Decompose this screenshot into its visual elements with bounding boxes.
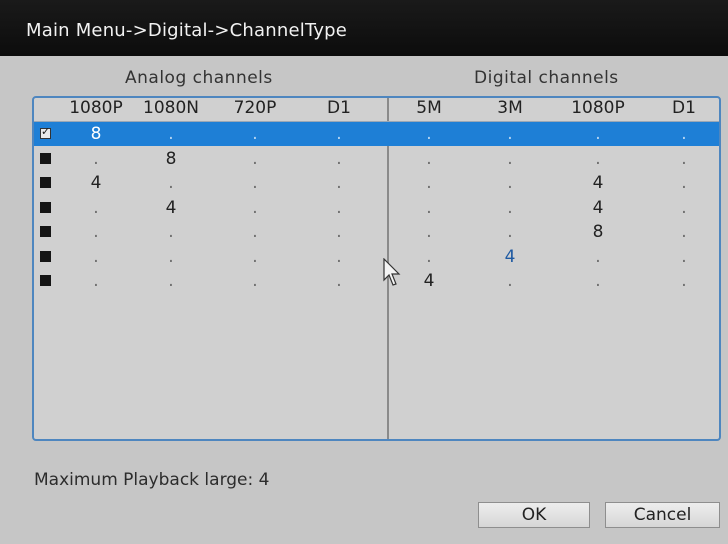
table-cell[interactable]: . — [319, 245, 359, 269]
table-cell[interactable]: . — [664, 245, 704, 269]
table-cell[interactable]: 4 — [409, 269, 449, 293]
table-cell[interactable]: . — [76, 147, 116, 171]
table-cell[interactable]: . — [235, 269, 275, 293]
column-header-1: 1080N — [143, 98, 199, 118]
table-cell[interactable]: . — [151, 220, 191, 244]
table-cell[interactable]: 4 — [490, 245, 530, 269]
table-cell[interactable]: . — [664, 122, 704, 146]
table-cell[interactable]: . — [409, 196, 449, 220]
table-cell[interactable]: . — [409, 122, 449, 146]
table-cell[interactable]: . — [409, 220, 449, 244]
table-cell[interactable]: . — [235, 122, 275, 146]
table-cell[interactable]: . — [490, 220, 530, 244]
table-cell[interactable]: . — [235, 147, 275, 171]
table-cell[interactable]: . — [578, 269, 618, 293]
table-cell[interactable]: . — [319, 147, 359, 171]
window-title: Main Menu->Digital->ChannelType — [26, 20, 348, 41]
table-row[interactable]: .... 4... — [34, 269, 719, 293]
row-checkbox[interactable] — [40, 177, 51, 188]
digital-channels-header: Digital channels — [474, 68, 619, 88]
table-cell[interactable]: . — [76, 220, 116, 244]
table-row[interactable]: ...... 8. — [34, 220, 719, 244]
table-cell[interactable]: . — [319, 196, 359, 220]
cancel-button[interactable]: Cancel — [605, 502, 720, 528]
table-cell[interactable]: . — [409, 171, 449, 195]
row-checkbox[interactable] — [40, 201, 51, 213]
table-cell[interactable]: . — [578, 122, 618, 146]
table-cell[interactable]: . — [76, 269, 116, 293]
table-row[interactable]: 4..... 4. — [34, 171, 719, 195]
table-cell[interactable]: . — [235, 171, 275, 195]
column-header-2: 720P — [233, 98, 277, 118]
column-header-7: D1 — [672, 98, 696, 118]
table-row[interactable]: ..... 4.. — [34, 245, 719, 269]
table-cell[interactable]: . — [490, 196, 530, 220]
table-cell[interactable]: 8 — [151, 147, 191, 171]
row-checkbox[interactable] — [40, 226, 51, 237]
dialog-body: Analog channels Digital channels 1080P 10… — [0, 56, 728, 544]
column-header-0: 1080P — [69, 98, 123, 118]
channel-type-table[interactable]: 1080P1080N720PD15M3M1080PD1 8........8..… — [32, 96, 721, 441]
table-cell[interactable]: . — [578, 245, 618, 269]
table-cell[interactable]: . — [490, 122, 530, 146]
analog-channels-header: Analog channels — [125, 68, 273, 88]
table-cell[interactable]: . — [151, 269, 191, 293]
table-row[interactable]: 8....... — [34, 122, 719, 146]
table-cell[interactable]: . — [235, 196, 275, 220]
table-cell[interactable]: . — [409, 147, 449, 171]
table-cell[interactable]: . — [319, 171, 359, 195]
table-cell[interactable]: . — [409, 245, 449, 269]
table-cell[interactable]: . — [76, 245, 116, 269]
column-header-3: D1 — [327, 98, 351, 118]
table-cell[interactable]: . — [664, 147, 704, 171]
table-row[interactable]: . 4.... 4. — [34, 196, 719, 220]
table-cell[interactable]: . — [319, 220, 359, 244]
title-bar: Main Menu->Digital->ChannelType — [0, 0, 728, 56]
table-cell[interactable]: . — [235, 245, 275, 269]
ok-button[interactable]: OK — [478, 502, 590, 528]
table-cell[interactable]: 8 — [578, 220, 618, 244]
row-checkbox[interactable] — [40, 275, 51, 286]
table-cell[interactable]: . — [664, 171, 704, 195]
table-cell[interactable]: . — [319, 122, 359, 146]
table-cell[interactable]: . — [319, 269, 359, 293]
table-row[interactable]: . 8...... — [34, 147, 719, 171]
table-cell[interactable]: . — [578, 147, 618, 171]
mouse-pointer-icon — [383, 258, 401, 286]
table-cell[interactable]: . — [490, 147, 530, 171]
table-cell[interactable]: 4 — [578, 171, 618, 195]
row-checkbox[interactable] — [40, 250, 51, 262]
table-cell[interactable]: . — [235, 220, 275, 244]
row-checkbox[interactable] — [40, 125, 51, 139]
table-cell[interactable]: . — [490, 171, 530, 195]
table-cell[interactable]: 8 — [76, 122, 116, 146]
table-cell[interactable]: . — [76, 196, 116, 220]
column-header-6: 1080P — [571, 98, 625, 118]
table-cell[interactable]: . — [151, 122, 191, 146]
table-cell[interactable]: . — [490, 269, 530, 293]
table-cell[interactable]: . — [151, 245, 191, 269]
table-cell[interactable]: . — [664, 269, 704, 293]
table-cell[interactable]: . — [664, 220, 704, 244]
table-cell[interactable]: 4 — [578, 196, 618, 220]
column-header-5: 3M — [497, 98, 523, 118]
row-checkbox[interactable] — [40, 152, 51, 164]
max-playback-status: Maximum Playback large: 4 — [34, 470, 270, 490]
column-header-4: 5M — [416, 98, 442, 118]
table-cell[interactable]: 4 — [76, 171, 116, 195]
table-cell[interactable]: . — [664, 196, 704, 220]
table-cell[interactable]: 4 — [151, 196, 191, 220]
table-cell[interactable]: . — [151, 171, 191, 195]
